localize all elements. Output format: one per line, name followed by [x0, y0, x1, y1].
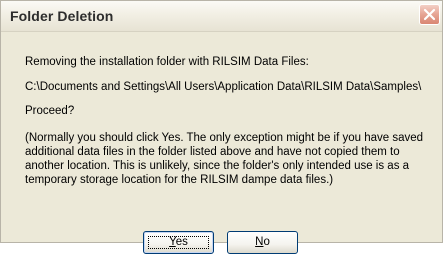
folder-deletion-dialog: Folder Deletion Removing the installatio…	[0, 0, 443, 254]
dialog-body: Removing the installation folder with RI…	[1, 32, 442, 254]
close-icon	[423, 8, 436, 21]
no-button-label: No	[255, 236, 270, 248]
proceed-question: Proceed?	[25, 105, 75, 117]
message-intro: Removing the installation folder with RI…	[25, 56, 309, 68]
folder-path: C:\Documents and Settings\All Users\Appl…	[25, 81, 422, 93]
explanation-note: (Normally you should click Yes. The only…	[25, 132, 424, 186]
no-label-rest: o	[263, 236, 270, 248]
yes-label-rest: es	[175, 236, 188, 248]
dialog-title: Folder Deletion	[10, 8, 114, 24]
yes-button-label: Yes	[169, 236, 188, 248]
yes-accelerator: Y	[169, 236, 176, 248]
title-bar[interactable]: Folder Deletion	[1, 1, 442, 32]
close-button[interactable]	[419, 4, 440, 25]
